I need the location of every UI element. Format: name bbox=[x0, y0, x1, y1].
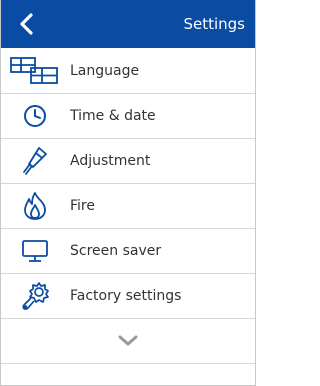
menu-item-screen-saver[interactable]: Screen saver bbox=[1, 229, 255, 274]
monitor-icon bbox=[9, 234, 61, 268]
menu-item-fire[interactable]: Fire bbox=[1, 184, 255, 229]
adjustment-icon bbox=[9, 144, 61, 178]
menu-item-adjustment[interactable]: Adjustment bbox=[1, 139, 255, 184]
page-title: Settings bbox=[183, 15, 245, 33]
menu-item-language[interactable]: Language bbox=[1, 49, 255, 94]
chevron-left-icon bbox=[20, 13, 33, 35]
language-icon bbox=[9, 54, 61, 88]
flame-icon bbox=[9, 189, 61, 223]
settings-menu: Language Time & date Adjustment Fire Scr… bbox=[1, 49, 255, 364]
settings-screen: Settings Language Time & date Adjustment… bbox=[0, 0, 256, 386]
menu-item-label: Screen saver bbox=[70, 243, 162, 259]
menu-item-label: Fire bbox=[70, 198, 95, 214]
menu-item-factory-settings[interactable]: Factory settings bbox=[1, 274, 255, 319]
menu-item-time-date[interactable]: Time & date bbox=[1, 94, 255, 139]
menu-item-label: Language bbox=[70, 63, 140, 79]
gear-wrench-icon bbox=[9, 279, 61, 313]
header-bar: Settings bbox=[1, 0, 255, 48]
menu-item-label: Adjustment bbox=[70, 153, 151, 169]
menu-item-label: Factory settings bbox=[70, 288, 182, 304]
clock-icon bbox=[9, 99, 61, 133]
scroll-down-button[interactable] bbox=[1, 319, 255, 364]
chevron-down-icon bbox=[118, 335, 138, 346]
menu-item-label: Time & date bbox=[70, 108, 156, 124]
back-button[interactable] bbox=[11, 8, 43, 40]
